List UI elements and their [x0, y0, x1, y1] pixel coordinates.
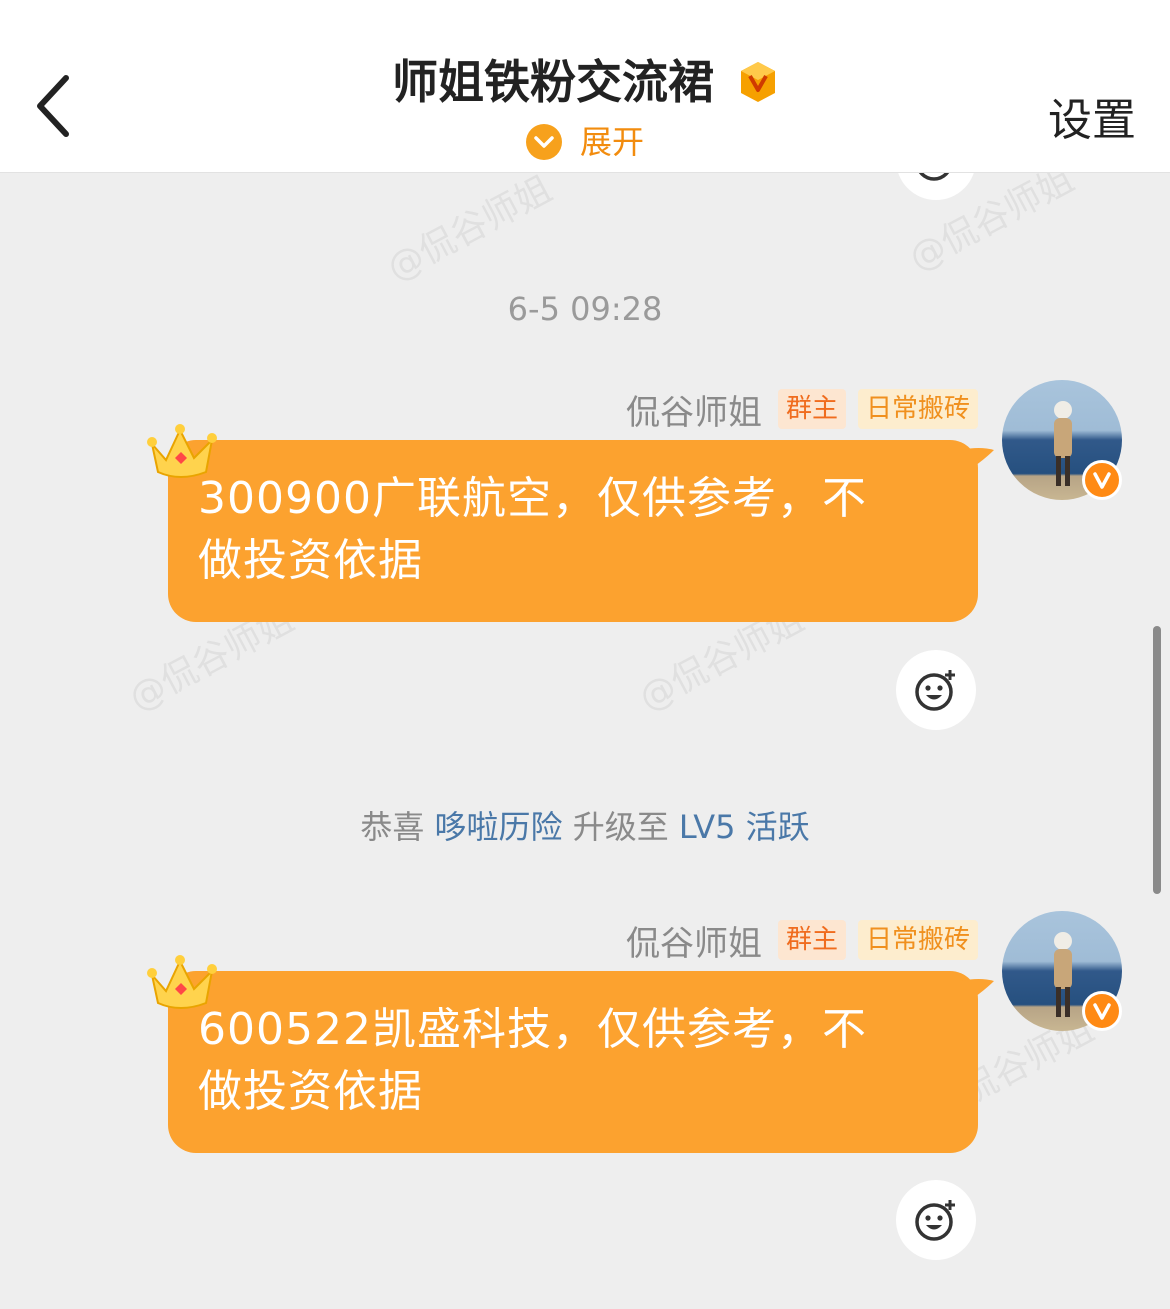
- chat-message: 侃谷师姐 群主 日常搬砖 600522凯盛科技，仅供参考，不 做投资依据: [0, 911, 1170, 1161]
- role-badge: 群主: [777, 389, 846, 429]
- add-reaction-icon: [915, 670, 955, 711]
- message-timestamp: 6-5 09:28: [507, 290, 663, 328]
- crown-icon: [147, 955, 217, 1009]
- message-text-line: 做投资依据: [198, 1066, 423, 1117]
- message-text-line: 600522凯盛科技，仅供参考，不: [198, 1004, 867, 1055]
- add-reaction-icon: [915, 1200, 955, 1241]
- group-title: 师姐铁粉交流裙: [391, 54, 714, 109]
- chevron-down-icon: [525, 124, 562, 160]
- title-badge: 日常搬砖: [857, 920, 978, 960]
- chat-message: 侃谷师姐 群主 日常搬砖 300900广联航空，仅供参考，不 做投资依据: [0, 380, 1170, 630]
- sender-row: 侃谷师姐 群主 日常搬砖: [626, 385, 978, 434]
- bubble-tail: [960, 979, 994, 1007]
- group-title-row[interactable]: 师姐铁粉交流裙: [0, 48, 1170, 112]
- system-notice: 恭喜 哆啦历险 升级至 LV5 活跃: [0, 802, 1170, 848]
- role-badge: 群主: [777, 920, 846, 960]
- expand-label: 展开: [579, 123, 644, 161]
- notice-middle: 升级至: [562, 808, 679, 846]
- crown-icon: [147, 424, 217, 478]
- sender-name[interactable]: 侃谷师姐: [626, 916, 762, 965]
- message-bubble[interactable]: 600522凯盛科技，仅供参考，不 做投资依据: [168, 971, 978, 1153]
- title-badge: 日常搬砖: [857, 389, 978, 429]
- watermark: @侃谷师姐: [380, 168, 559, 290]
- sender-name[interactable]: 侃谷师姐: [626, 385, 762, 434]
- add-reaction-button[interactable]: [896, 650, 976, 730]
- chat-header: 师姐铁粉交流裙 展开 设置: [0, 0, 1170, 173]
- notice-user-link[interactable]: 哆啦历险: [435, 808, 563, 846]
- avatar-figure: [1054, 401, 1072, 486]
- vip-badge-icon: [741, 61, 775, 102]
- expand-toggle[interactable]: 展开: [0, 116, 1170, 166]
- scrollbar-thumb[interactable]: [1153, 626, 1161, 894]
- notice-level: LV5 活跃: [678, 808, 810, 846]
- avatar-figure: [1054, 932, 1072, 1017]
- message-text-line: 300900广联航空，仅供参考，不: [198, 473, 867, 524]
- sender-row: 侃谷师姐 群主 日常搬砖: [626, 916, 978, 965]
- add-reaction-button[interactable]: [896, 1180, 976, 1260]
- message-text-line: 做投资依据: [198, 535, 423, 586]
- verified-v-icon: [1082, 460, 1122, 500]
- bubble-tail: [960, 448, 994, 476]
- settings-button[interactable]: 设置: [1048, 84, 1136, 148]
- verified-v-icon: [1082, 991, 1122, 1031]
- message-bubble[interactable]: 300900广联航空，仅供参考，不 做投资依据: [168, 440, 978, 622]
- notice-prefix: 恭喜: [360, 808, 435, 846]
